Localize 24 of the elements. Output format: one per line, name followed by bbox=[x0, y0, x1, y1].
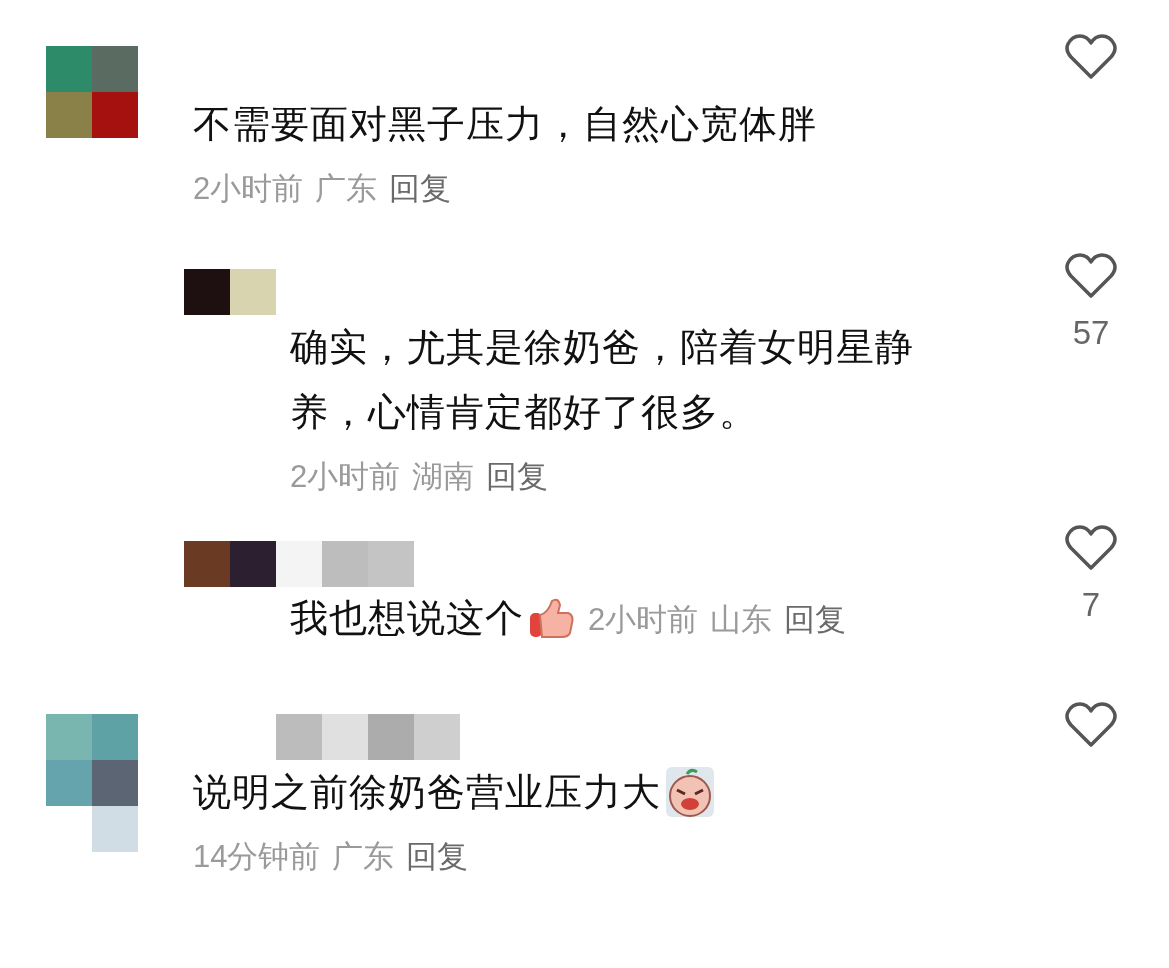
reply-link[interactable]: 回复 bbox=[406, 826, 469, 887]
comment-text: 我也想说这个 bbox=[290, 596, 524, 642]
like-count: 57 bbox=[1072, 313, 1110, 353]
heart-icon[interactable] bbox=[1065, 701, 1117, 748]
time-text: 2小时前 bbox=[588, 600, 699, 639]
thumbs-up-emoji-icon bbox=[528, 597, 574, 640]
time-text: 2小时前 bbox=[193, 170, 304, 208]
heart-icon[interactable] bbox=[1065, 34, 1117, 80]
location-text: 湖南 bbox=[412, 458, 475, 496]
like-count: 7 bbox=[1081, 585, 1101, 625]
comment-text: 说明之前徐奶爸营业压力大 bbox=[193, 769, 661, 815]
heart-icon[interactable] bbox=[1065, 253, 1117, 299]
location-text: 广东 bbox=[315, 170, 378, 208]
comment-text: 不需要面对黑子压力，自然心宽体胖 bbox=[193, 102, 817, 147]
reply-link[interactable]: 回复 bbox=[486, 447, 549, 507]
time-text: 2小时前 bbox=[290, 458, 401, 496]
crying-face-emoji-icon bbox=[665, 766, 715, 819]
comment-text: 确实，尤其是徐奶爸，陪着女明星静养，心情肯定都好了很多。 bbox=[290, 325, 915, 435]
reply-link[interactable]: 回复 bbox=[389, 159, 452, 219]
location-text: 广东 bbox=[332, 837, 395, 876]
location-text: 山东 bbox=[710, 600, 773, 639]
reply-link[interactable]: 回复 bbox=[784, 589, 847, 650]
time-text: 14分钟前 bbox=[193, 837, 321, 876]
heart-icon[interactable] bbox=[1065, 525, 1117, 571]
